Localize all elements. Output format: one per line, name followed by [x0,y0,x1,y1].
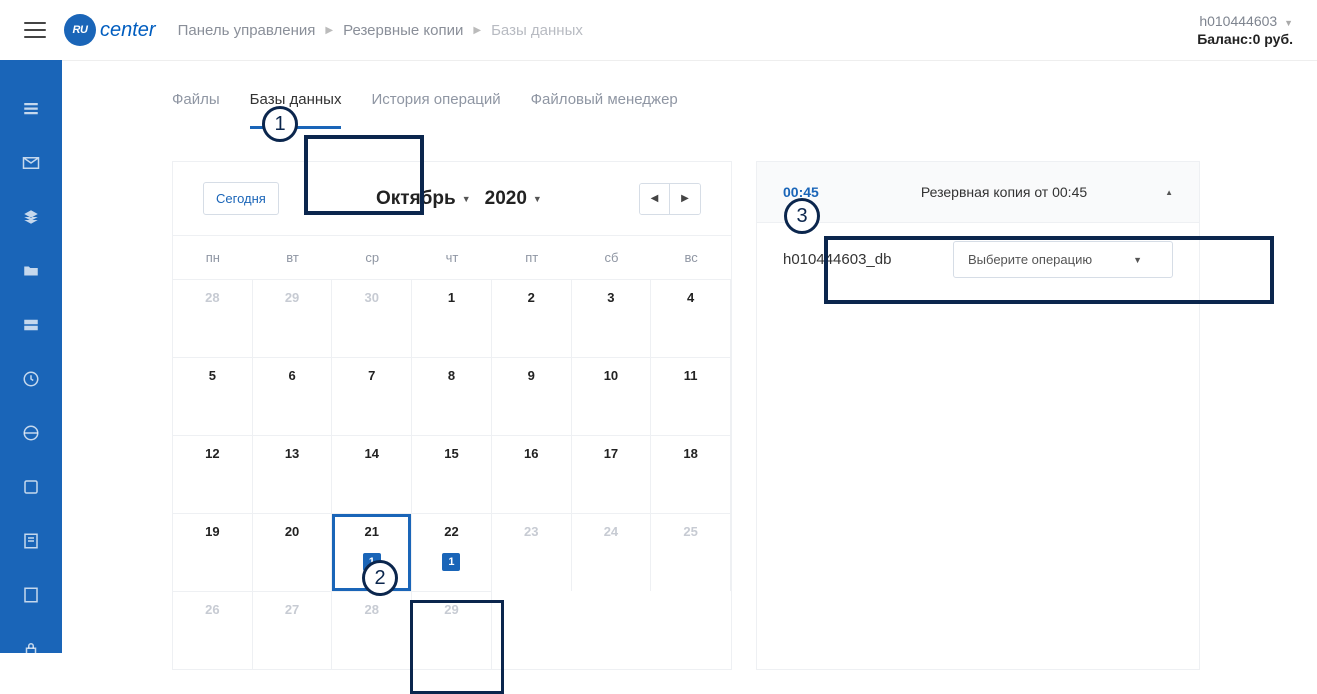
calendar-day[interactable]: 2 [492,279,572,357]
calendar-day[interactable]: 10 [572,357,652,435]
calendar-day: 28 [332,591,412,669]
operation-select[interactable]: Выберите операцию ▼ [953,241,1173,278]
today-button[interactable]: Сегодня [203,182,279,215]
calendar-day: 29 [412,591,492,669]
year-select[interactable]: 2020▼ [485,188,542,210]
next-month-button[interactable]: ▶ [670,184,700,214]
backup-panel: 00:45 Резервная копия от 00:45 ▲ h010444… [756,161,1200,670]
globe-icon[interactable] [20,424,42,442]
chevron-right-icon: ▶ [473,25,481,36]
report-icon[interactable] [20,586,42,604]
calendar-day[interactable]: 15 [412,435,492,513]
chevron-right-icon: ▶ [325,25,333,36]
calendar-day[interactable]: 13 [253,435,333,513]
calendar-day[interactable]: 20 [253,513,333,591]
calendar-day: 24 [572,513,652,591]
backup-count-badge: 1 [442,553,460,571]
calendar-day[interactable]: 8 [412,357,492,435]
clock-icon[interactable] [20,370,42,388]
chevron-down-icon: ▼ [462,194,471,204]
calendar-day[interactable]: 18 [651,435,731,513]
weekday-label: вс [651,236,731,279]
calendar-day[interactable]: 12 [173,435,253,513]
weekday-label: сб [572,236,652,279]
chevron-down-icon: ▼ [533,194,542,204]
balance-label: Баланс:0 руб. [1197,31,1293,47]
calendar-day[interactable]: 5 [173,357,253,435]
calendar-day[interactable]: 14 [332,435,412,513]
calendar-day: 25 [651,513,731,591]
backup-label: Резервная копия от 00:45 [843,184,1165,200]
chevron-up-icon: ▲ [1165,188,1173,197]
calendar-day[interactable]: 211 [332,513,412,591]
chevron-down-icon: ▼ [1133,255,1142,265]
logo-text: center [100,19,156,42]
account-id-text: h010444603 [1199,13,1277,29]
calendar-day[interactable]: 17 [572,435,652,513]
tabs: Файлы Базы данных История операций Файло… [172,61,1293,149]
tab-file-manager[interactable]: Файловый менеджер [531,91,678,129]
weekday-label: пт [492,236,572,279]
chevron-down-icon: ▼ [1284,18,1293,28]
backup-count-badge: 1 [363,553,381,571]
weekday-label: пн [173,236,253,279]
breadcrumb-current: Базы данных [491,22,583,39]
calendar-day[interactable]: 16 [492,435,572,513]
database-name: h010444603_db [783,251,933,268]
calendar-day[interactable]: 6 [253,357,333,435]
backup-time: 00:45 [783,184,843,200]
calendar-day[interactable]: 4 [651,279,731,357]
weekday-label: вт [253,236,333,279]
lock-icon[interactable] [20,640,42,658]
operation-select-placeholder: Выберите операцию [968,252,1092,267]
calendar-day[interactable]: 221 [412,513,492,591]
breadcrumb-link[interactable]: Резервные копии [343,22,463,39]
tab-history[interactable]: История операций [371,91,500,129]
menu-toggle-button[interactable] [24,22,46,38]
prev-month-button[interactable]: ◀ [640,184,670,214]
server-icon[interactable] [20,316,42,334]
calendar-day[interactable]: 7 [332,357,412,435]
dashboard-icon[interactable] [20,100,42,118]
month-select[interactable]: Октябрь▼ [376,188,471,210]
account-switcher[interactable]: h010444603 ▼ [1197,13,1293,29]
calendar-day[interactable]: 9 [492,357,572,435]
weekday-label: ср [332,236,412,279]
tab-files[interactable]: Файлы [172,91,220,129]
invoice-icon[interactable] [20,532,42,550]
settings-icon[interactable] [20,478,42,496]
sidebar [0,60,62,653]
backup-time-selector[interactable]: 00:45 Резервная копия от 00:45 ▲ [757,162,1199,223]
calendar-day: 29 [253,279,333,357]
tab-databases[interactable]: Базы данных [250,91,342,129]
account-block: h010444603 ▼ Баланс:0 руб. [1197,13,1293,47]
logo-badge: RU [64,14,96,46]
calendar-day: 26 [173,591,253,669]
layers-icon[interactable] [20,208,42,226]
calendar-day[interactable]: 19 [173,513,253,591]
calendar-day: 28 [173,279,253,357]
calendar-day: 30 [332,279,412,357]
calendar-day[interactable]: 1 [412,279,492,357]
logo[interactable]: RU center [64,14,156,46]
breadcrumb-link[interactable]: Панель управления [178,22,316,39]
weekday-label: чт [412,236,492,279]
calendar-day[interactable]: 11 [651,357,731,435]
folder-icon[interactable] [20,262,42,280]
calendar-day: 23 [492,513,572,591]
mail-icon[interactable] [20,154,42,172]
calendar-day: 27 [253,591,333,669]
breadcrumb: Панель управления ▶ Резервные копии ▶ Ба… [178,22,583,39]
calendar-day[interactable]: 3 [572,279,652,357]
calendar-panel: Сегодня Октябрь▼ 2020▼ ◀ ▶ пнвтсрчтптсбв… [172,161,732,670]
